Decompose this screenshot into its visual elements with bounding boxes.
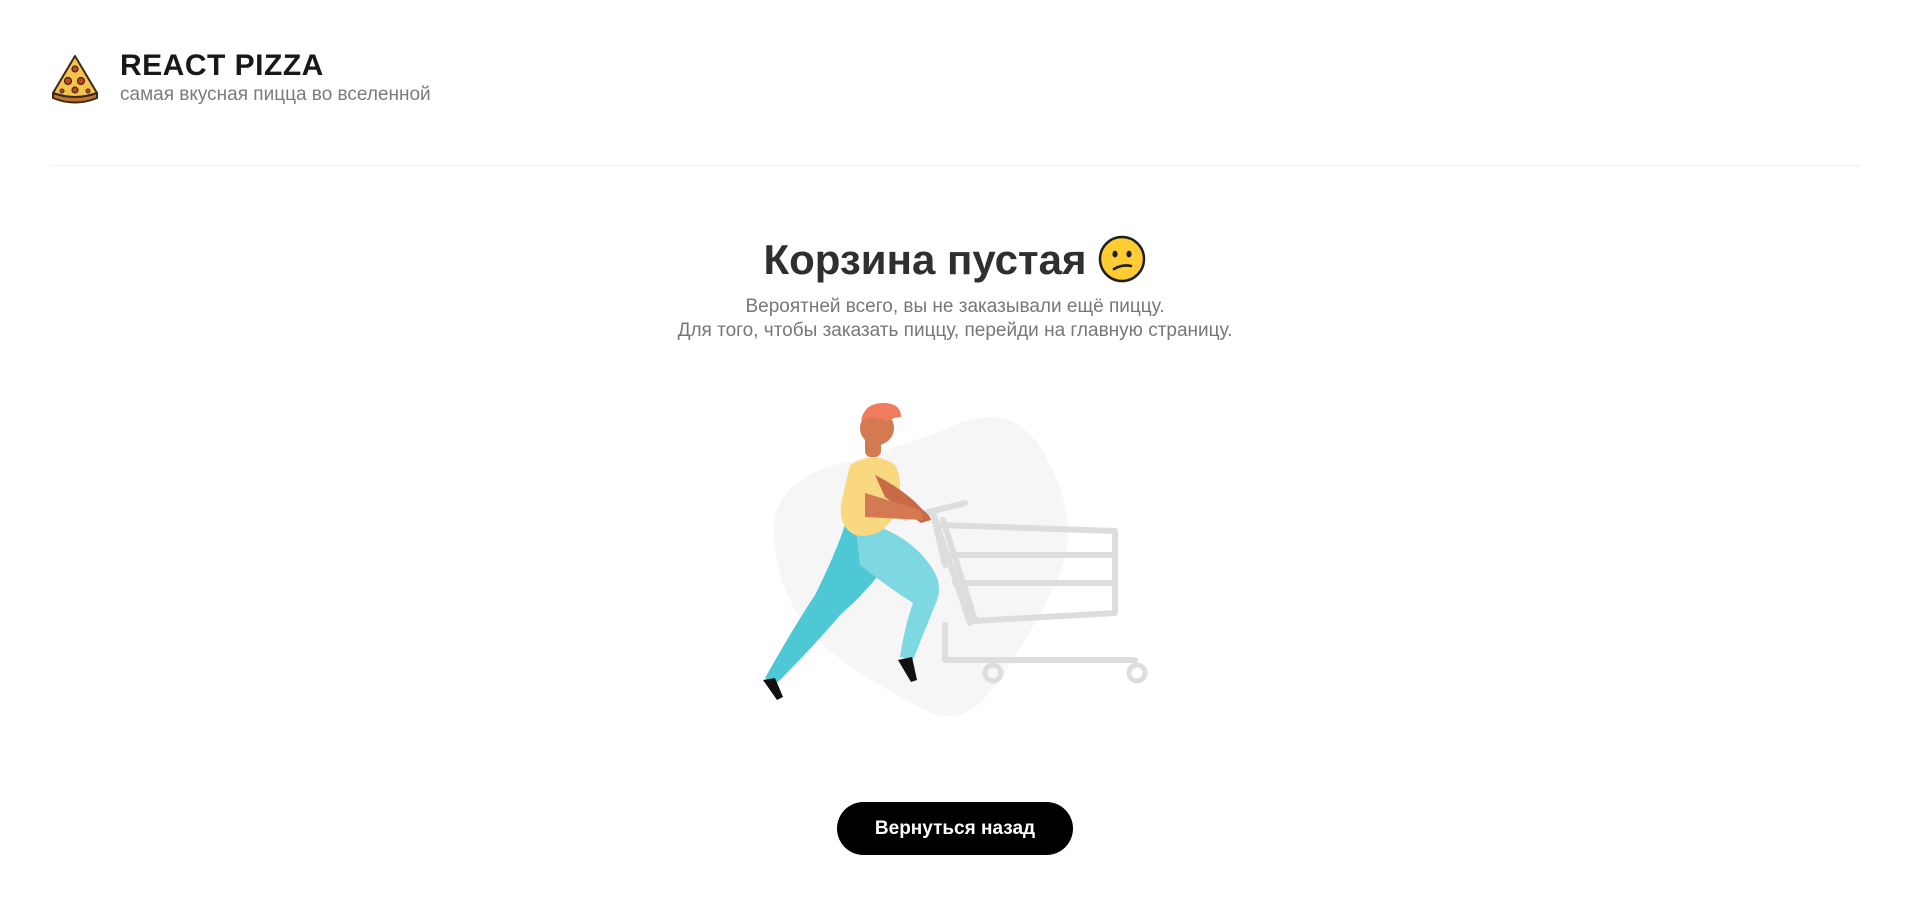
logo-title: REACT PIZZA (120, 49, 324, 82)
logo-subtitle: самая вкусная пицца во вселенной (120, 84, 431, 105)
header-divider (50, 165, 1860, 166)
pizza-slice-icon (52, 54, 98, 103)
cart-empty-description-line1: Вероятней всего, вы не заказывали ещё пи… (745, 296, 1165, 317)
empty-cart-page: REACT PIZZA самая вкусная пицца во вселе… (0, 0, 1920, 901)
cart-empty-title: Корзина пустая (0, 230, 1910, 290)
logo-text: REACT PIZZA самая вкусная пицца во вселе… (120, 50, 431, 107)
cart-empty-description: Вероятней всего, вы не заказывали ещё пи… (0, 295, 1910, 343)
cart-empty-title-text: Корзина пустая (763, 236, 1087, 283)
header-logo[interactable]: REACT PIZZA самая вкусная пицца во вселе… (50, 50, 431, 107)
empty-cart-illustration (763, 403, 1148, 717)
back-button[interactable]: Вернуться назад (837, 802, 1073, 855)
cart-empty-description-line2: Для того, чтобы заказать пиццу, перейди … (677, 320, 1233, 341)
confused-face-emoji-icon (1099, 235, 1146, 283)
